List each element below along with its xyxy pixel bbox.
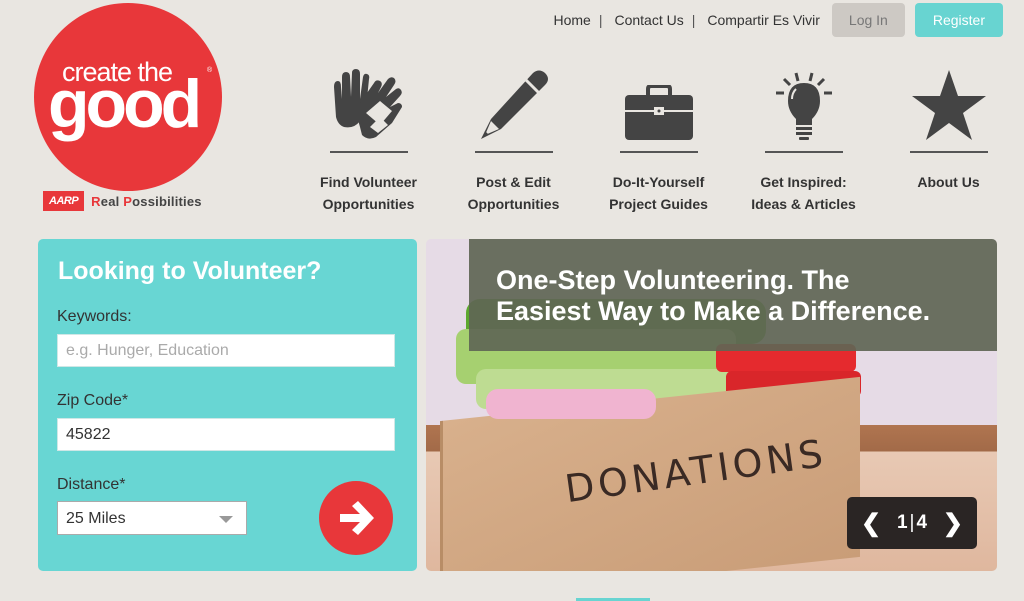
slide-counter: 1 | 4 xyxy=(896,512,928,533)
registered-mark: ® xyxy=(207,67,213,74)
login-button[interactable]: Log In xyxy=(831,3,905,37)
lightbulb-icon xyxy=(731,68,876,141)
nav-separator: | xyxy=(598,12,603,28)
volunteer-search-panel: Looking to Volunteer? Keywords: Zip Code… xyxy=(38,239,417,571)
zip-code-label: Zip Code* xyxy=(57,392,129,409)
nav-home-link[interactable]: Home xyxy=(553,12,590,28)
hero-image-clothes xyxy=(486,389,656,419)
feature-label: Do-It-Yourself Project Guides xyxy=(609,174,708,212)
hero-slider[interactable]: DONATIONS One-Step Volunteering. The Easi… xyxy=(426,239,997,571)
panel-title: Looking to Volunteer? xyxy=(58,257,322,285)
feature-divider xyxy=(764,151,843,153)
logo-line2: good xyxy=(48,66,202,142)
feature-about-us[interactable]: About Us xyxy=(876,68,1021,215)
star-icon xyxy=(876,68,1021,141)
feature-label: Post & Edit Opportunities xyxy=(467,174,560,212)
keywords-input[interactable] xyxy=(57,334,395,367)
zip-code-input[interactable] xyxy=(57,418,395,451)
briefcase-icon xyxy=(586,68,731,141)
feature-divider xyxy=(329,151,408,153)
chevron-left-icon[interactable]: ❮ xyxy=(861,509,881,538)
distance-selected-value: 25 Miles xyxy=(66,510,126,527)
aarp-tagline: AARP Real Possibilities xyxy=(43,191,202,211)
distance-label: Distance* xyxy=(57,476,126,493)
chevron-down-icon xyxy=(219,516,233,523)
search-submit-button[interactable] xyxy=(319,481,393,555)
chevron-right-icon[interactable]: ❯ xyxy=(943,509,963,538)
aarp-badge: AARP xyxy=(43,191,85,211)
nav-separator: | xyxy=(691,12,696,28)
feature-label: Find Volunteer Opportunities xyxy=(320,174,417,212)
nav-compartir-link[interactable]: Compartir Es Vivir xyxy=(707,12,820,28)
feature-post-edit[interactable]: Post & Edit Opportunities xyxy=(441,68,586,215)
hero-headline: One-Step Volunteering. The Easiest Way to… xyxy=(496,265,931,326)
feature-find-volunteer[interactable]: Find Volunteer Opportunities xyxy=(296,68,441,215)
tagline: Real Possibilities xyxy=(91,193,202,209)
register-button[interactable]: Register xyxy=(914,3,1003,37)
distance-select[interactable]: 25 Miles xyxy=(57,501,247,535)
feature-label: Get Inspired: Ideas & Articles xyxy=(751,174,856,212)
feature-label: About Us xyxy=(917,174,980,190)
feature-divider xyxy=(619,151,698,153)
top-nav: Home | Contact Us | Compartir Es Vivir L… xyxy=(553,3,1003,37)
feature-get-inspired[interactable]: Get Inspired: Ideas & Articles xyxy=(731,68,876,215)
feature-diy-guides[interactable]: Do-It-Yourself Project Guides xyxy=(586,68,731,215)
arrow-right-icon xyxy=(340,501,374,535)
create-the-good-logo[interactable]: create the good ® xyxy=(34,3,222,191)
feature-divider xyxy=(909,151,988,153)
keywords-label: Keywords: xyxy=(57,308,132,325)
feature-divider xyxy=(474,151,553,153)
nav-contact-link[interactable]: Contact Us xyxy=(614,12,683,28)
feature-nav: Find Volunteer Opportunities Post & Edit O… xyxy=(296,68,1021,215)
gloves-icon xyxy=(296,68,441,141)
pencil-icon xyxy=(441,68,586,141)
slider-pager: ❮ 1 | 4 ❯ xyxy=(847,497,977,549)
